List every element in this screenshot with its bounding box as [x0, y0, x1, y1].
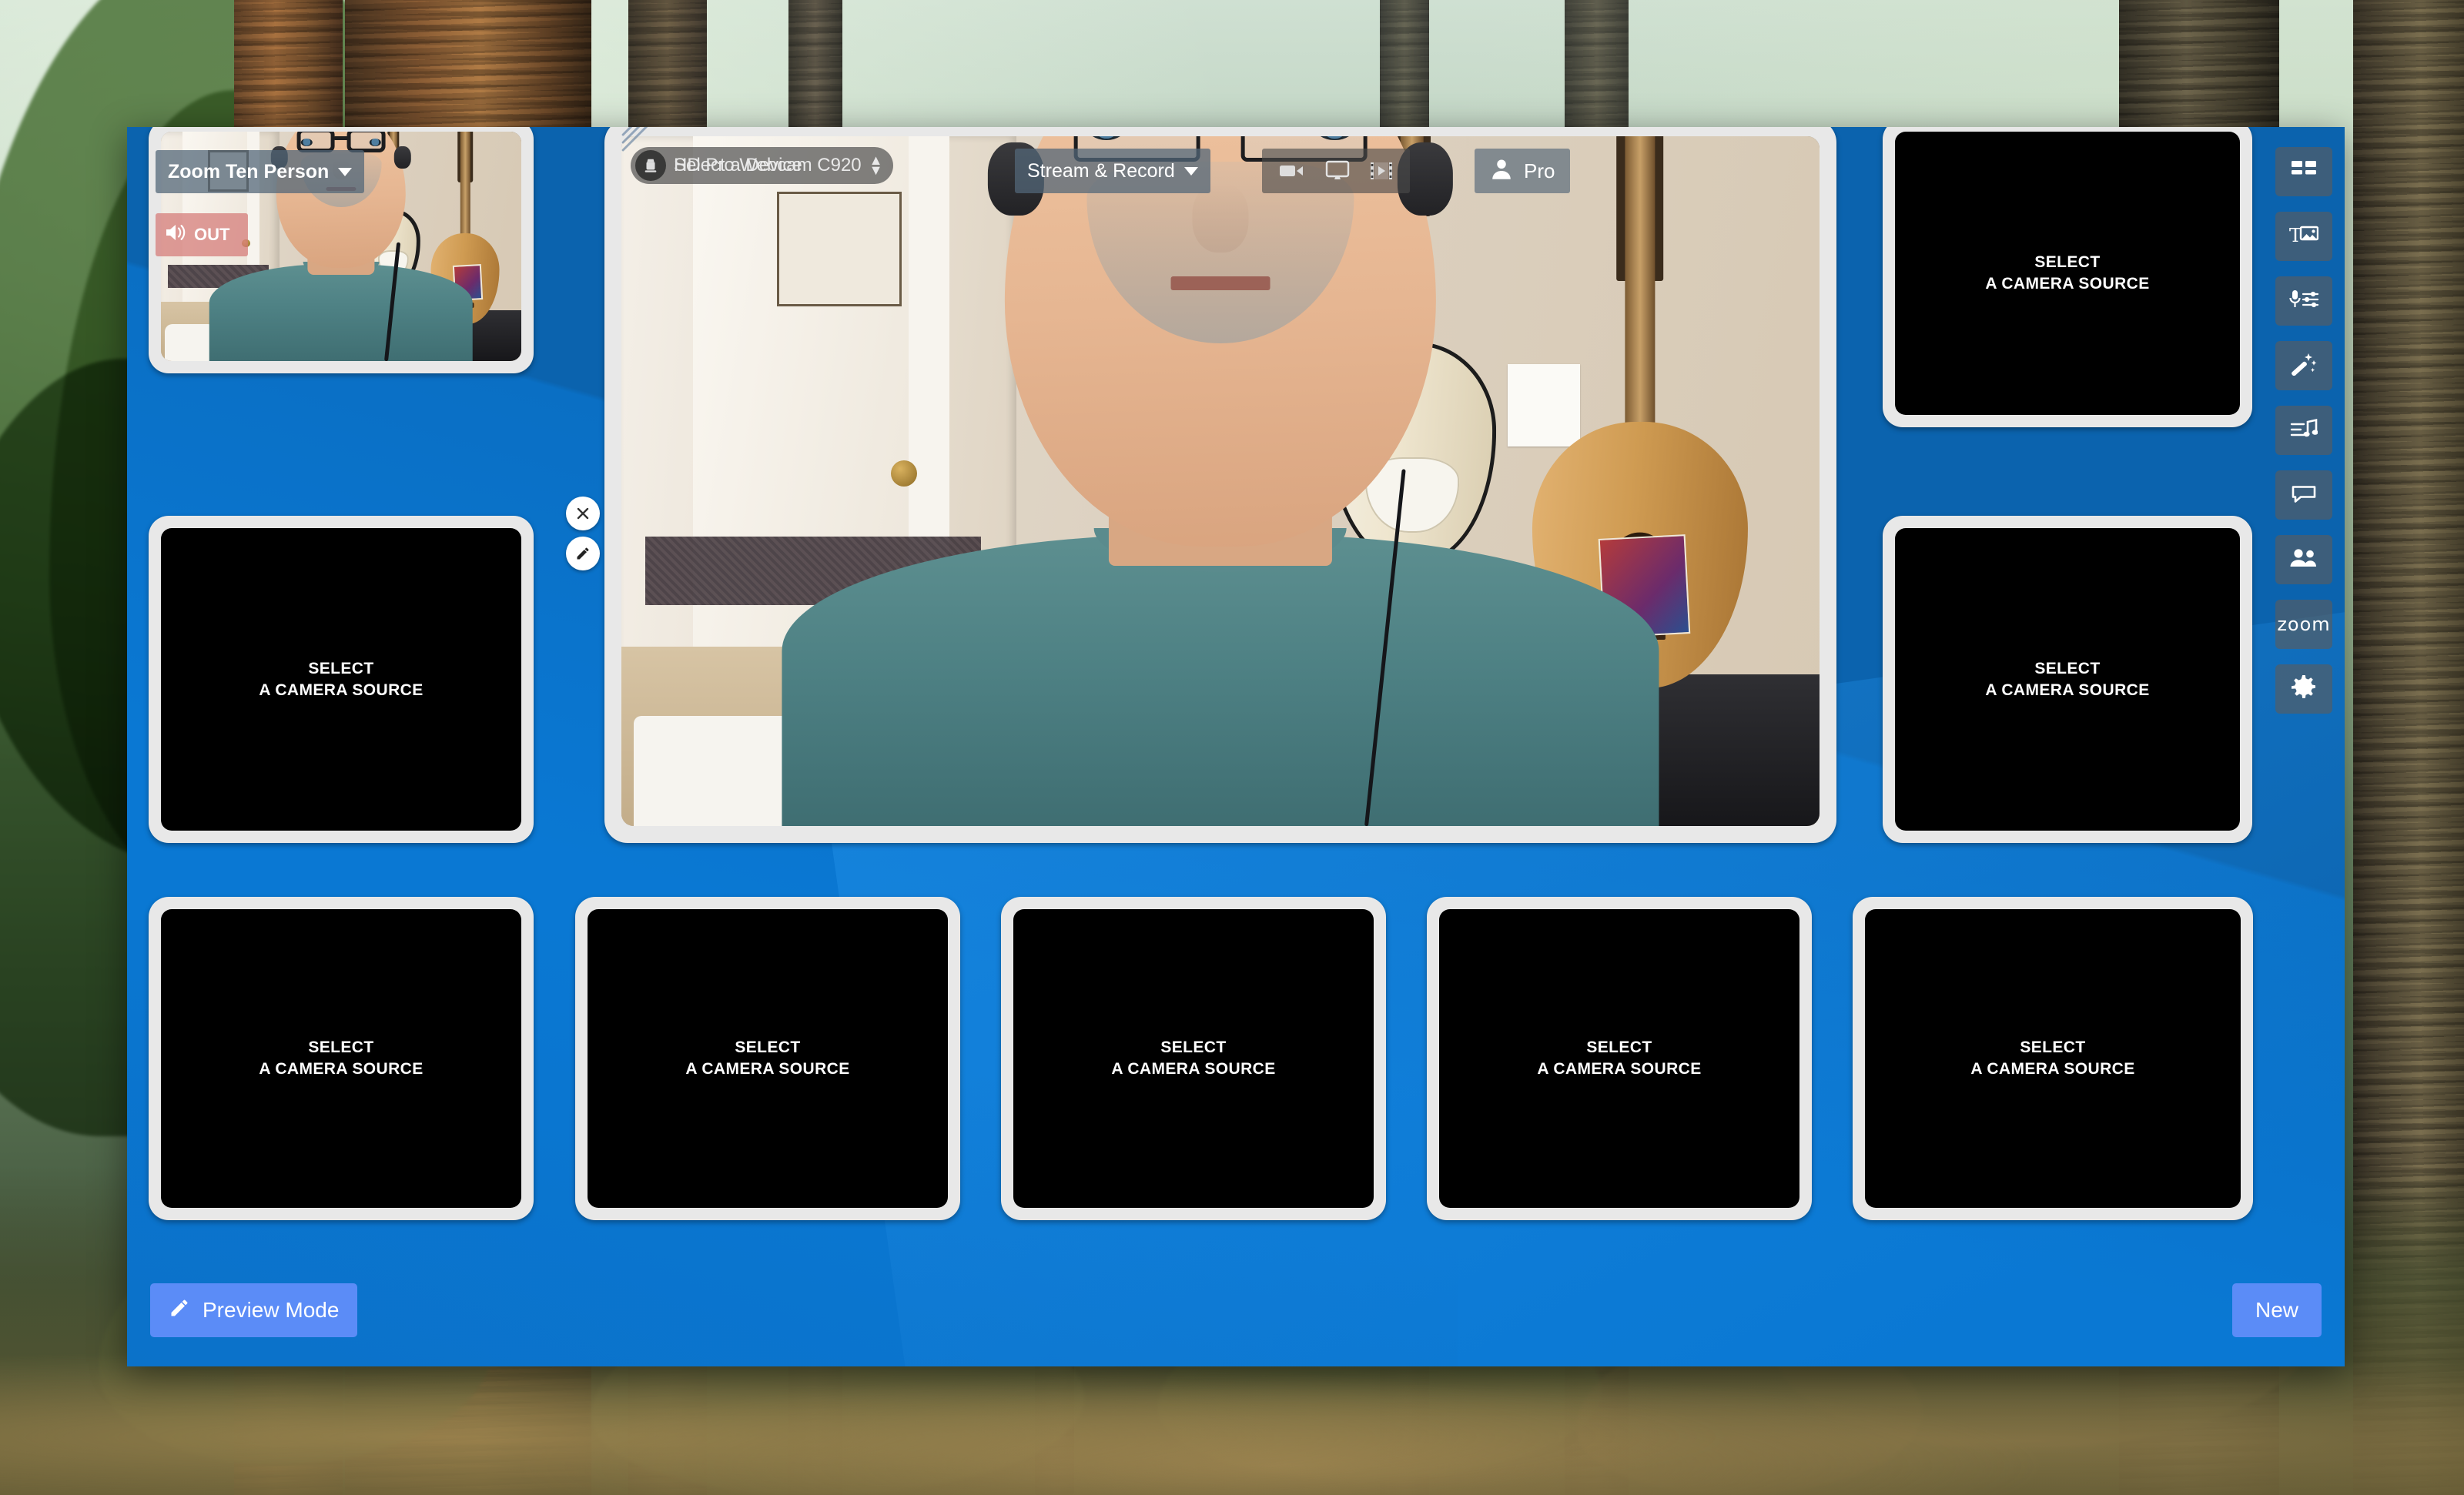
video-tile-screen: SELECT A CAMERA SOURCE	[588, 909, 948, 1208]
camera-source-labels: Select a Device HD Pro Webcam C920	[674, 155, 862, 176]
pencil-icon	[169, 1297, 190, 1324]
select-camera-source-placeholder: SELECT A CAMERA SOURCE	[1970, 1038, 2135, 1078]
edit-tile-button[interactable]	[566, 537, 600, 570]
music-notes-icon	[2290, 418, 2318, 443]
select-camera-source-placeholder: SELECT A CAMERA SOURCE	[1985, 659, 2150, 699]
stream-record-label: Stream & Record	[1027, 159, 1175, 182]
video-tile-slot-2[interactable]: Select a Device HD Pro Webcam C920 ▲ ▼	[604, 127, 1836, 843]
participants-button[interactable]	[2275, 535, 2332, 584]
svg-text:T: T	[2289, 225, 2302, 246]
video-tile-screen: SELECT A CAMERA SOURCE	[1895, 132, 2240, 415]
video-tile-slot-6[interactable]: SELECT A CAMERA SOURCE	[149, 897, 534, 1220]
text-image-icon: T	[2289, 224, 2319, 249]
select-camera-source-placeholder: SELECT A CAMERA SOURCE	[259, 659, 424, 699]
chevron-down-icon	[1183, 166, 1198, 176]
account-label: Pro	[1524, 159, 1555, 182]
camera-source-placeholder: Select a Device	[674, 155, 802, 176]
monitor-icon[interactable]	[1325, 160, 1350, 182]
video-tile-slot-8[interactable]: SELECT A CAMERA SOURCE	[1001, 897, 1386, 1220]
video-camera-icon[interactable]	[1279, 162, 1305, 180]
audio-mixer-button[interactable]	[2275, 276, 2332, 326]
video-tile-slot-9[interactable]: SELECT A CAMERA SOURCE	[1427, 897, 1812, 1220]
select-camera-source-placeholder: SELECT A CAMERA SOURCE	[685, 1038, 850, 1078]
select-camera-source-placeholder: SELECT A CAMERA SOURCE	[1985, 253, 2150, 293]
select-camera-source-placeholder: SELECT A CAMERA SOURCE	[259, 1038, 424, 1078]
user-avatar-icon	[1490, 157, 1513, 186]
main-video-screen	[621, 136, 1820, 826]
remove-tile-button[interactable]	[566, 497, 600, 530]
account-badge[interactable]: Pro	[1475, 149, 1571, 193]
video-tile-screen: SELECT A CAMERA SOURCE	[1439, 909, 1799, 1208]
gear-icon	[2291, 674, 2317, 704]
people-icon	[2289, 548, 2318, 572]
webcam-icon	[635, 150, 666, 181]
video-tile-slot-3[interactable]: SELECT A CAMERA SOURCE	[1883, 127, 2252, 427]
up-down-stepper-icon[interactable]: ▲ ▼	[869, 153, 883, 176]
chevron-down-icon	[338, 167, 353, 176]
chat-button[interactable]	[2275, 470, 2332, 520]
scene-canvas: Zoom Ten Person OUT Select a Device HD P…	[127, 127, 2345, 1366]
magic-wand-icon	[2291, 353, 2317, 380]
video-tile-slot-5[interactable]: SELECT A CAMERA SOURCE	[1883, 516, 2252, 843]
stream-and-record-dropdown[interactable]: Stream & Record	[1015, 149, 1210, 193]
select-camera-source-placeholder: SELECT A CAMERA SOURCE	[1537, 1038, 1702, 1078]
chat-bubble-icon	[2291, 483, 2317, 508]
video-tile-slot-4[interactable]: SELECT A CAMERA SOURCE	[149, 516, 534, 843]
zoom-wordmark: zoom	[2277, 614, 2331, 635]
scene-selector-dropdown[interactable]: Zoom Ten Person	[156, 150, 365, 193]
select-camera-source-placeholder: SELECT A CAMERA SOURCE	[1111, 1038, 1276, 1078]
video-tile-slot-10[interactable]: SELECT A CAMERA SOURCE	[1853, 897, 2253, 1220]
settings-button[interactable]	[2275, 664, 2332, 714]
audio-output-label: OUT	[194, 225, 230, 244]
camera-source-selector[interactable]: Select a Device HD Pro Webcam C920 ▲ ▼	[631, 147, 894, 184]
right-toolbar: T zoom	[2275, 147, 2332, 714]
preview-mode-label: Preview Mode	[203, 1298, 340, 1322]
video-tile-screen: SELECT A CAMERA SOURCE	[1895, 528, 2240, 831]
app-window: Zoom Ten Person OUT Select a Device HD P…	[127, 127, 2345, 1366]
speaker-icon	[165, 222, 188, 247]
video-tile-screen: SELECT A CAMERA SOURCE	[161, 909, 521, 1208]
scene-selector-label: Zoom Ten Person	[168, 160, 330, 182]
film-strip-icon[interactable]	[1370, 161, 1393, 181]
new-button[interactable]: New	[2231, 1283, 2322, 1337]
preview-mode-button[interactable]: Preview Mode	[150, 1283, 358, 1337]
layouts-button[interactable]	[2275, 147, 2332, 196]
webcam-preview-main	[621, 136, 1820, 826]
layout-grid-icon	[2291, 159, 2317, 185]
zoom-button[interactable]: zoom	[2275, 600, 2332, 649]
source-type-buttons	[1262, 149, 1410, 193]
video-tile-screen: SELECT A CAMERA SOURCE	[1013, 909, 1374, 1208]
effects-button[interactable]	[2275, 341, 2332, 390]
playlist-button[interactable]	[2275, 406, 2332, 455]
titles-button[interactable]: T	[2275, 212, 2332, 261]
video-tile-screen: SELECT A CAMERA SOURCE	[1865, 909, 2241, 1208]
audio-output-badge[interactable]: OUT	[156, 213, 248, 256]
video-tile-slot-7[interactable]: SELECT A CAMERA SOURCE	[575, 897, 960, 1220]
video-tile-screen: SELECT A CAMERA SOURCE	[161, 528, 521, 831]
new-button-label: New	[2255, 1298, 2298, 1322]
mic-sliders-icon	[2288, 289, 2319, 314]
